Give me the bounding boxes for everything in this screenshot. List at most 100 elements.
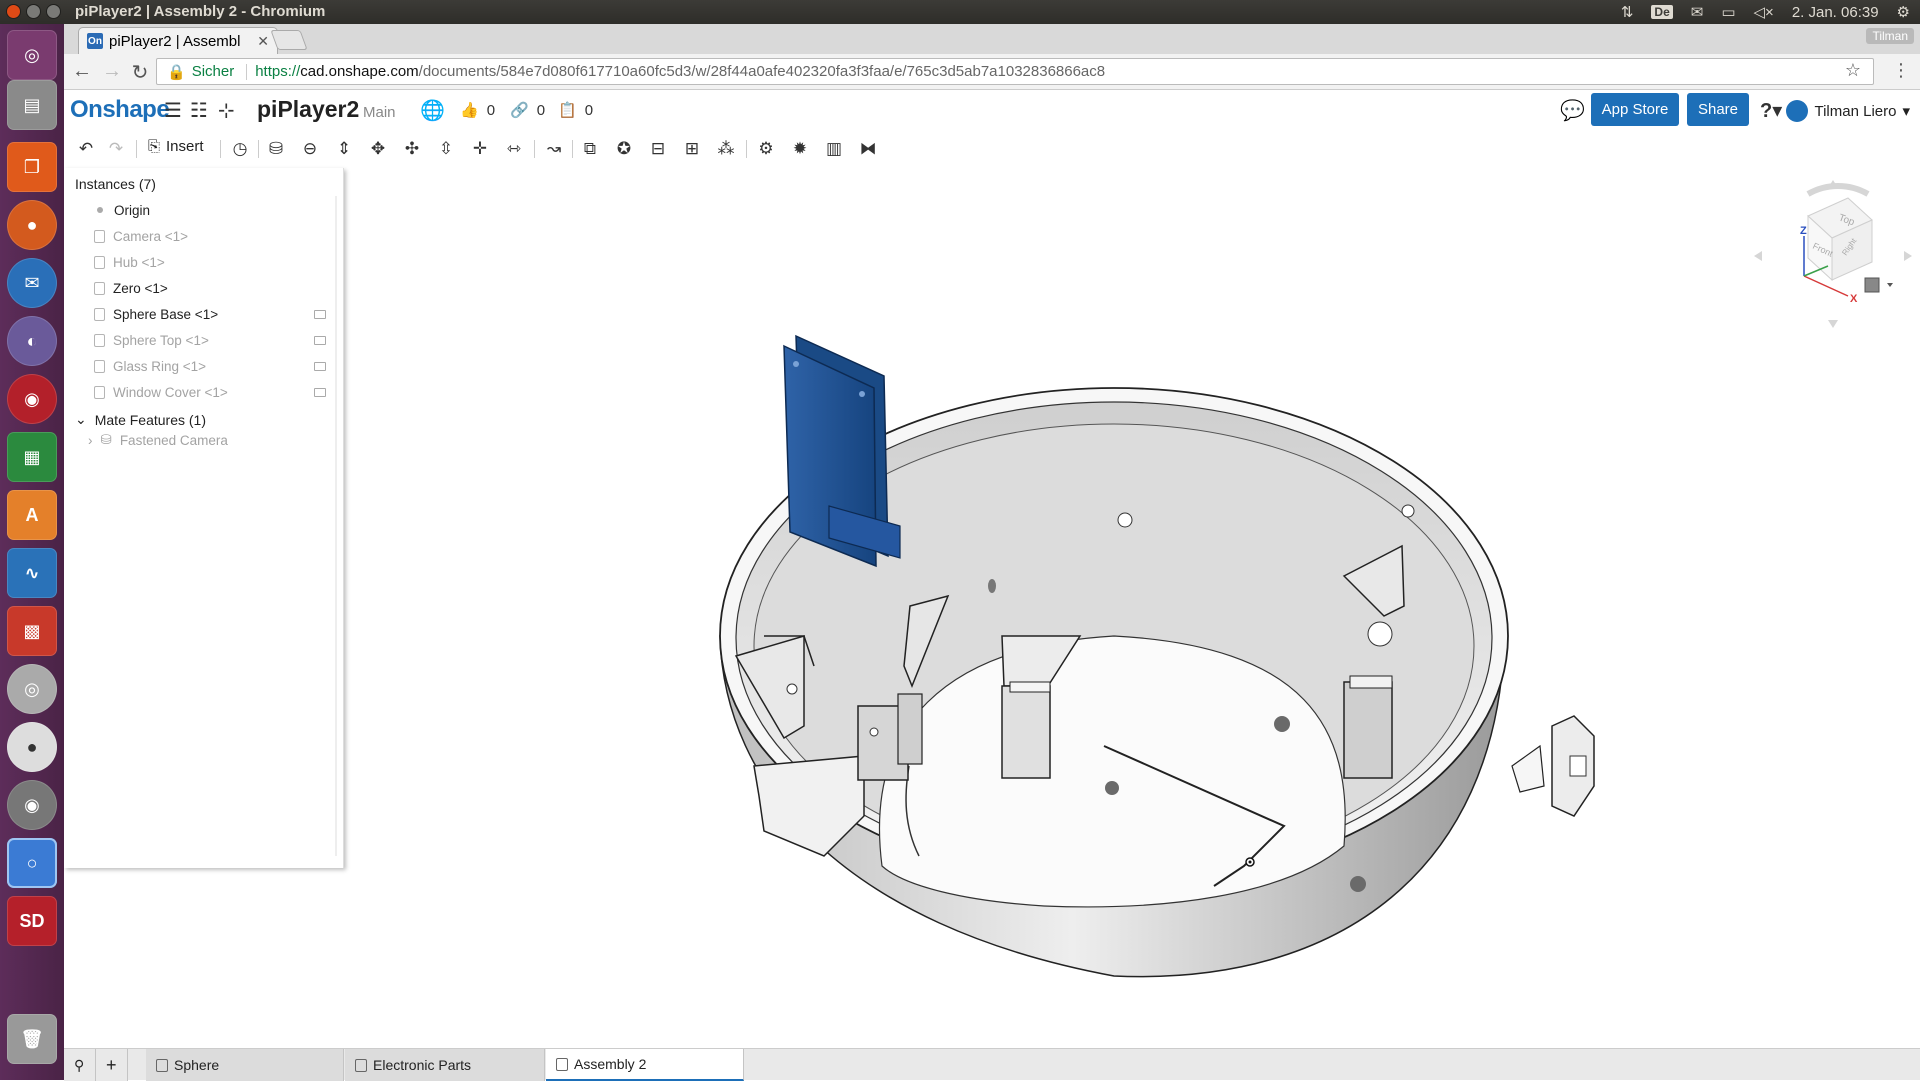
bookmark-star-icon[interactable]: ☆ [1845,60,1861,81]
network-icon[interactable]: ⇅ [1621,3,1634,21]
insert-button[interactable]: ⎘ Insert [148,138,204,155]
browser-menu-icon[interactable]: ⋮ [1892,60,1910,81]
disc-burner-icon[interactable]: ● [7,722,57,772]
trash-icon[interactable]: 🗑 [7,1014,57,1064]
dvd-icon[interactable]: ◎ [7,664,57,714]
workspace-branch[interactable]: Main [363,104,396,121]
instance-zero[interactable]: Zero <1> [94,278,168,298]
qr-code-icon[interactable]: ▩ [7,606,57,656]
link-counter[interactable]: 🔗 0 [510,101,545,120]
feature-list-icon[interactable]: ☷ [190,98,208,123]
secure-indicator[interactable]: 🔒 Sicher [167,63,248,81]
user-menu[interactable]: Tilman Liero ▾ [1786,100,1910,122]
pin-slot-mate-icon[interactable]: ⇳ [434,138,458,160]
rack-pinion-icon[interactable]: ✹ [788,138,812,160]
rotate-right-arrow-icon[interactable] [1904,251,1912,261]
software-center-icon[interactable]: A [7,490,57,540]
ball-mate-icon[interactable]: ✛ [468,138,492,160]
instance-hub[interactable]: Hub <1> [94,252,165,272]
part-studio-link-icon[interactable] [314,310,326,319]
revolute-mate-icon[interactable]: ⊖ [298,138,322,160]
ubuntu-dash-icon[interactable]: ◎ [7,30,57,80]
instance-sphere-top[interactable]: Sphere Top <1> [94,330,209,350]
screw-relation-icon[interactable]: ▥ [822,138,846,160]
address-bar[interactable]: 🔒 Sicher https://cad.onshape.com/documen… [156,58,1874,85]
instance-origin[interactable]: Origin [94,200,150,220]
explode-icon[interactable]: ⁂ [714,138,738,160]
parallel-mate-icon[interactable]: ⇿ [502,138,526,160]
mate-features-group[interactable]: ⌄ Mate Features (1) [75,411,206,428]
spreadsheet-icon[interactable]: ▦ [7,432,57,482]
glass-ring-connector-part[interactable] [1511,715,1595,817]
history-icon[interactable]: ◷ [228,138,252,160]
app-store-button[interactable]: App Store [1591,93,1679,126]
insert-instance-icon[interactable]: ⊹ [218,98,235,123]
comments-icon[interactable]: 💬 [1560,98,1585,123]
tab-filter-icon[interactable]: ⚲ [64,1049,96,1081]
instance-window-cover[interactable]: Window Cover <1> [94,382,228,402]
add-tab-button[interactable]: + [96,1049,128,1081]
tab-electronic-parts[interactable]: Electronic Parts [345,1049,545,1081]
chromium-icon[interactable]: ○ [7,838,57,888]
document-title[interactable]: piPlayer2 [257,96,359,123]
clock[interactable]: 2. Jan. 06:39 [1792,4,1879,21]
undo-icon[interactable]: ↶ [74,138,98,160]
window-minimize-button[interactable] [26,4,41,19]
mate-connector-icon[interactable]: ✪ [612,138,636,160]
redo-icon[interactable]: ↷ [104,138,128,160]
planar-mate-icon[interactable]: ✥ [366,138,390,160]
rotate-left-arrow-icon[interactable] [1754,251,1762,261]
orbit-arc-icon[interactable] [1806,182,1870,197]
tangent-mate-icon[interactable]: ↝ [542,138,566,160]
linear-relation-icon[interactable]: ⧓ [856,138,880,160]
view-options-icon[interactable] [1864,277,1880,293]
back-arrow-icon[interactable]: ← [70,60,94,83]
browser-profile-badge[interactable]: Tilman [1866,28,1914,44]
part-studio-link-icon[interactable] [314,388,326,397]
chevron-down-icon[interactable] [1887,283,1893,287]
webcam-icon[interactable]: ◉ [7,780,57,830]
hamburger-menu-icon[interactable]: ☰ [164,98,182,123]
instance-glass-ring[interactable]: Glass Ring <1> [94,356,206,376]
share-button[interactable]: Share [1687,93,1749,126]
pattern-icon[interactable]: ⊞ [680,138,704,160]
firefox-icon[interactable]: ● [7,200,57,250]
group-icon[interactable]: ⧉ [578,138,602,160]
mate-fastened-camera[interactable]: › ⛁ Fastened Camera [88,432,228,448]
keyboard-layout-indicator[interactable]: De [1651,5,1673,19]
tab-assembly-2[interactable]: Assembly 2 [546,1049,744,1081]
part-studio-link-icon[interactable] [314,362,326,371]
tab-close-icon[interactable]: ✕ [257,33,269,50]
camera-part[interactable] [783,334,901,568]
gear-relation-icon[interactable]: ⚙ [754,138,778,160]
instance-camera[interactable]: Camera <1> [94,226,188,246]
part-studio-link-icon[interactable] [314,336,326,345]
replicate-icon[interactable]: ⊟ [646,138,670,160]
rotate-down-arrow-icon[interactable] [1828,320,1838,328]
tab-sphere[interactable]: Sphere [146,1049,344,1081]
volume-muted-icon[interactable]: ◁× [1754,3,1774,21]
copy-counter[interactable]: 📋 0 [558,101,593,120]
mail-icon[interactable]: ✉ [1691,3,1704,21]
assembly-3d-model[interactable] [344,166,1920,1046]
files-icon[interactable]: ▤ [7,80,57,130]
eclipse-icon[interactable]: ◐ [7,316,57,366]
onshape-logo[interactable]: Onshape [70,96,170,124]
view-cube[interactable]: Top Front Right Z X [1748,176,1918,336]
browser-tab-active[interactable]: On piPlayer2 | Assembl ✕ [78,27,278,54]
slider-mate-icon[interactable]: ⇕ [332,138,356,160]
globe-icon[interactable]: 🌐 [420,98,445,123]
system-monitor-icon[interactable]: ∿ [7,548,57,598]
libreoffice-impress-icon[interactable]: ❐ [7,142,57,192]
new-tab-button[interactable] [270,30,308,50]
fastened-mate-icon[interactable]: ⛁ [264,138,288,160]
settings-gear-icon[interactable]: ⚙ [1897,3,1910,21]
instance-sphere-base[interactable]: Sphere Base <1> [94,304,218,324]
help-icon[interactable]: ?▾ [1760,98,1782,123]
sd-card-icon[interactable]: SD [7,896,57,946]
panel-scrollbar[interactable] [335,196,337,856]
like-counter[interactable]: 👍 0 [460,101,495,120]
reload-icon[interactable]: ↻ [128,60,152,85]
forward-arrow-icon[interactable]: → [100,60,124,83]
graphics-viewport[interactable] [344,166,1920,1046]
